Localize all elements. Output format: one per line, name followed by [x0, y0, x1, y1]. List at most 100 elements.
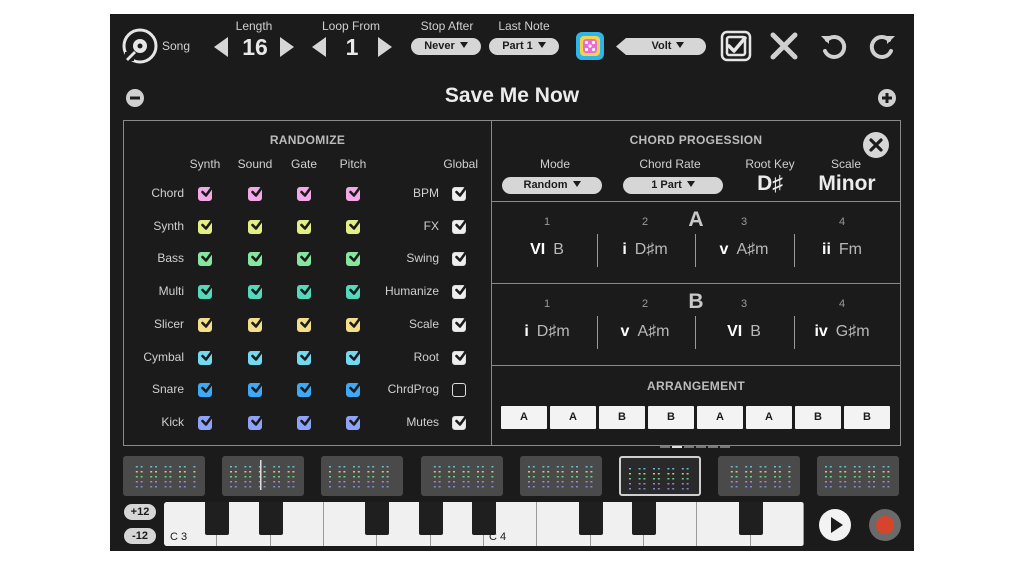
add-icon[interactable] [878, 89, 896, 107]
randomize-checkbox[interactable] [198, 250, 214, 267]
pattern-thumbnail[interactable] [123, 456, 205, 496]
randomize-checkbox[interactable] [346, 348, 362, 365]
randomize-checkbox[interactable] [297, 348, 313, 365]
length-increment-icon[interactable] [280, 37, 294, 57]
randomize-checkbox[interactable] [346, 283, 362, 300]
chord-cell[interactable]: v A♯m [696, 241, 792, 259]
close-icon[interactable] [768, 30, 800, 62]
randomize-checkbox[interactable] [346, 413, 362, 430]
randomize-checkbox[interactable] [248, 381, 264, 398]
randomize-checkbox[interactable] [248, 185, 264, 201]
remove-icon[interactable] [126, 89, 144, 107]
black-key[interactable] [632, 502, 656, 535]
randomize-dice-icon[interactable] [574, 30, 606, 62]
randomize-checkbox[interactable] [248, 283, 264, 300]
scale-value[interactable]: Minor [810, 172, 884, 196]
randomize-checkbox[interactable] [248, 315, 264, 332]
loop-from-decrement-icon[interactable] [312, 37, 326, 57]
song-title[interactable]: Save Me Now [310, 84, 714, 108]
pattern-thumbnail[interactable] [222, 456, 305, 496]
global-checkbox[interactable] [452, 283, 468, 300]
randomize-checkbox[interactable] [248, 348, 264, 365]
redo-icon[interactable] [868, 31, 898, 61]
randomize-checkbox[interactable] [198, 348, 214, 365]
preset-dropdown[interactable]: Volt [616, 38, 706, 55]
randomize-checkbox[interactable] [297, 185, 313, 201]
arrangement-slot[interactable]: A [501, 406, 547, 429]
arrangement-slot[interactable]: B [795, 406, 841, 429]
top-toolbar: Song Length 16 Loop From 1 Stop After Ne… [110, 14, 914, 80]
randomize-checkbox[interactable] [346, 315, 362, 332]
randomize-checkbox[interactable] [297, 283, 313, 300]
randomize-checkbox[interactable] [198, 381, 214, 398]
black-key[interactable] [365, 502, 390, 535]
global-checkbox[interactable] [452, 217, 468, 234]
pattern-thumbnail[interactable] [321, 456, 404, 496]
pattern-thumbnail[interactable] [420, 456, 503, 496]
randomize-checkbox[interactable] [297, 315, 313, 332]
randomize-checkbox[interactable] [297, 217, 313, 234]
randomize-checkbox[interactable] [297, 250, 313, 267]
stop-after-dropdown[interactable]: Never [411, 38, 481, 55]
randomize-checkbox[interactable] [198, 315, 214, 332]
chord-cell[interactable]: i D♯m [597, 241, 693, 259]
pattern-thumbnail[interactable] [519, 456, 602, 496]
arrangement-slot[interactable]: A [697, 406, 743, 429]
randomize-checkbox[interactable] [346, 217, 362, 234]
chord-cell[interactable]: i D♯m [499, 323, 595, 341]
piano-keyboard[interactable] [164, 502, 804, 546]
randomize-checkbox[interactable] [198, 185, 214, 201]
global-checkbox[interactable] [452, 348, 468, 365]
length-decrement-icon[interactable] [214, 37, 228, 57]
arrangement-slot[interactable]: A [746, 406, 792, 429]
octave-down-button[interactable]: -12 [124, 528, 156, 544]
randomize-checkbox[interactable] [346, 250, 362, 267]
pattern-thumbnail[interactable] [619, 456, 701, 496]
randomize-checkbox[interactable] [248, 217, 264, 234]
last-note-dropdown[interactable]: Part 1 [489, 38, 559, 55]
black-key[interactable] [578, 502, 603, 535]
global-checkbox[interactable] [452, 315, 468, 332]
randomize-checkbox[interactable] [297, 381, 313, 398]
global-checkbox[interactable] [452, 383, 466, 398]
arrangement-slot[interactable]: A [550, 406, 596, 429]
loop-from-increment-icon[interactable] [378, 37, 392, 57]
chord-cell[interactable]: iv G♯m [794, 323, 890, 341]
close-panel-icon[interactable] [863, 132, 889, 158]
randomize-checkbox[interactable] [248, 413, 264, 430]
mode-dropdown[interactable]: Random [502, 177, 602, 194]
randomize-checkbox[interactable] [198, 413, 214, 430]
black-key[interactable] [738, 502, 763, 535]
randomize-checkbox[interactable] [198, 217, 214, 234]
arrangement-slot[interactable]: B [599, 406, 645, 429]
chord-position-number: 3 [740, 216, 748, 228]
chord-cell[interactable]: v A♯m [597, 323, 693, 341]
randomize-checkbox[interactable] [346, 381, 362, 398]
chord-cell[interactable]: ii Fm [794, 241, 890, 259]
chord-cell[interactable]: VI B [696, 323, 792, 341]
pattern-thumbnail[interactable] [817, 456, 900, 496]
record-icon[interactable] [868, 508, 902, 542]
black-key[interactable] [418, 502, 443, 535]
arrangement-slot[interactable]: B [648, 406, 694, 429]
global-checkbox[interactable] [452, 250, 468, 267]
chord-cell[interactable]: VI B [499, 241, 595, 259]
randomize-checkbox[interactable] [297, 413, 313, 430]
randomize-row-label: Slicer [153, 316, 184, 331]
song-disc-icon[interactable] [122, 28, 158, 64]
randomize-checkbox[interactable] [346, 185, 362, 201]
undo-icon[interactable] [818, 31, 848, 61]
arrangement-slot[interactable]: B [844, 406, 890, 429]
global-checkbox[interactable] [452, 185, 468, 201]
chord-rate-dropdown[interactable]: 1 Part [623, 177, 723, 194]
octave-up-button[interactable]: +12 [124, 504, 156, 520]
play-icon[interactable] [818, 508, 852, 542]
black-key[interactable] [205, 502, 230, 535]
randomize-checkbox[interactable] [198, 283, 214, 300]
pattern-thumbnail[interactable] [718, 456, 801, 496]
randomize-checkbox[interactable] [248, 250, 264, 267]
confirm-check-icon[interactable] [720, 30, 752, 62]
root-key-value[interactable]: D♯ [740, 172, 800, 196]
global-checkbox[interactable] [452, 413, 468, 430]
black-key[interactable] [258, 502, 283, 535]
